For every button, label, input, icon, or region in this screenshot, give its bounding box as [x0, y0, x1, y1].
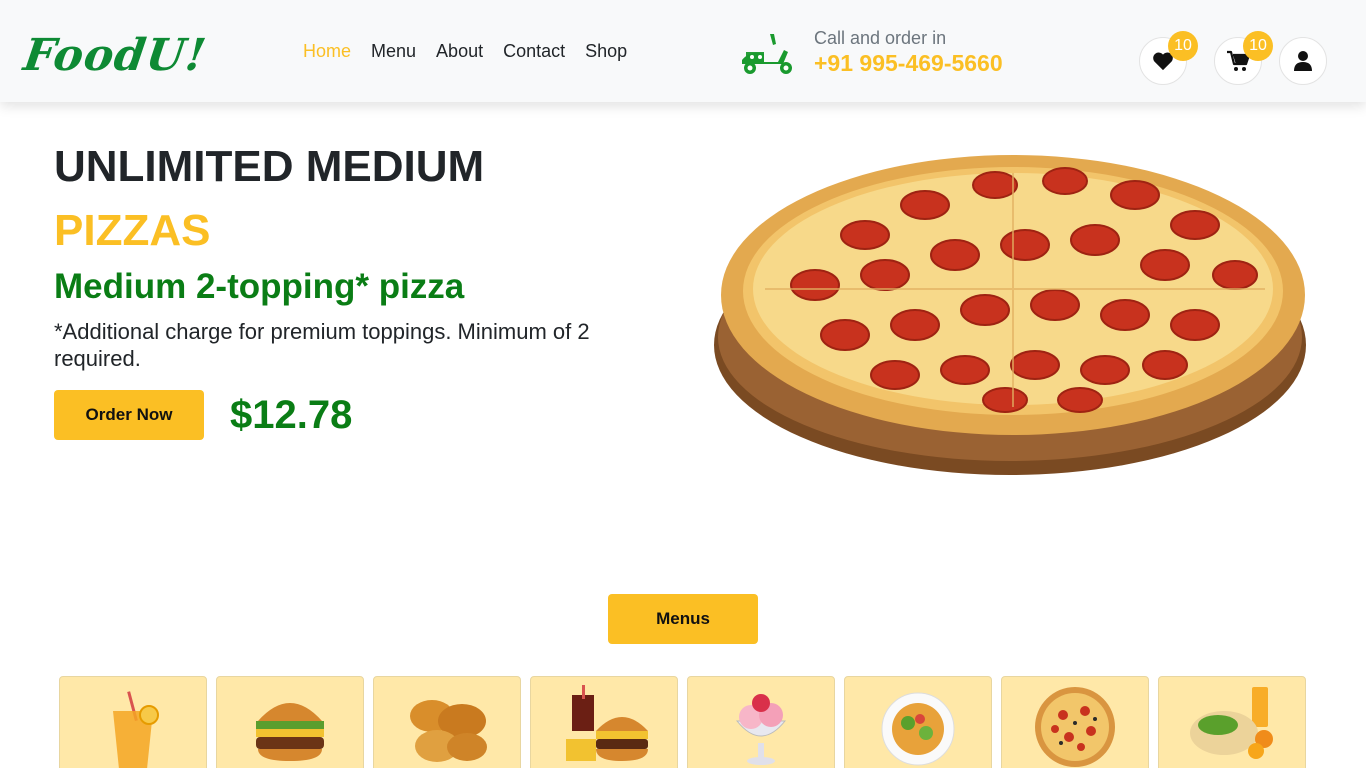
account-button[interactable]	[1279, 37, 1327, 85]
drink-icon	[113, 691, 159, 768]
scooter-icon	[742, 34, 792, 74]
main-nav: Home Menu About Contact Shop	[303, 40, 627, 62]
phone-number[interactable]: +91 995-469-5660	[814, 50, 1003, 76]
nav-shop[interactable]: Shop	[585, 40, 627, 62]
wishlist-button[interactable]: 10	[1139, 31, 1198, 85]
category-drink[interactable]	[59, 676, 207, 768]
cart-button[interactable]: 10	[1214, 31, 1273, 85]
hero-description: *Additional charge for premium toppings.…	[54, 319, 590, 371]
wrap-icon	[1190, 687, 1273, 759]
category-salad[interactable]	[844, 676, 992, 768]
combo-meal-icon	[566, 685, 648, 761]
nav-contact[interactable]: Contact	[503, 40, 565, 62]
nav-about[interactable]: About	[436, 40, 483, 62]
hero-topping: Medium 2-topping* pizza	[54, 267, 465, 306]
brand-logo[interactable]: FoodU!	[20, 26, 210, 86]
salad-icon	[881, 692, 955, 766]
category-ice-cream[interactable]	[687, 676, 835, 768]
hero-title: UNLIMITED MEDIUM	[54, 142, 485, 191]
category-combo-meal[interactable]	[530, 676, 678, 768]
user-icon	[1294, 51, 1312, 71]
pizza-hero-image	[714, 155, 1306, 475]
hero-subtitle: PIZZAS	[54, 206, 211, 255]
order-now-button[interactable]: Order Now	[54, 390, 204, 440]
nav-menu[interactable]: Menu	[371, 40, 416, 62]
nav-home[interactable]: Home	[303, 40, 351, 62]
hero-price: $12.78	[230, 393, 353, 437]
pizza-icon	[1035, 687, 1115, 767]
category-wrap[interactable]	[1158, 676, 1306, 768]
wishlist-count-badge: 10	[1168, 31, 1198, 61]
cart-count-badge: 10	[1243, 31, 1273, 61]
fried-chicken-icon	[410, 700, 487, 762]
category-list	[59, 676, 1306, 768]
call-label: Call and order in	[814, 28, 947, 48]
navbar: FoodU! Home Menu About Contact Shop Call…	[0, 0, 1366, 102]
category-fried-chicken[interactable]	[373, 676, 521, 768]
ice-cream-icon	[735, 694, 787, 765]
category-burger[interactable]	[216, 676, 364, 768]
menus-button[interactable]: Menus	[608, 594, 758, 644]
category-pizza[interactable]	[1001, 676, 1149, 768]
burger-icon	[256, 703, 324, 761]
